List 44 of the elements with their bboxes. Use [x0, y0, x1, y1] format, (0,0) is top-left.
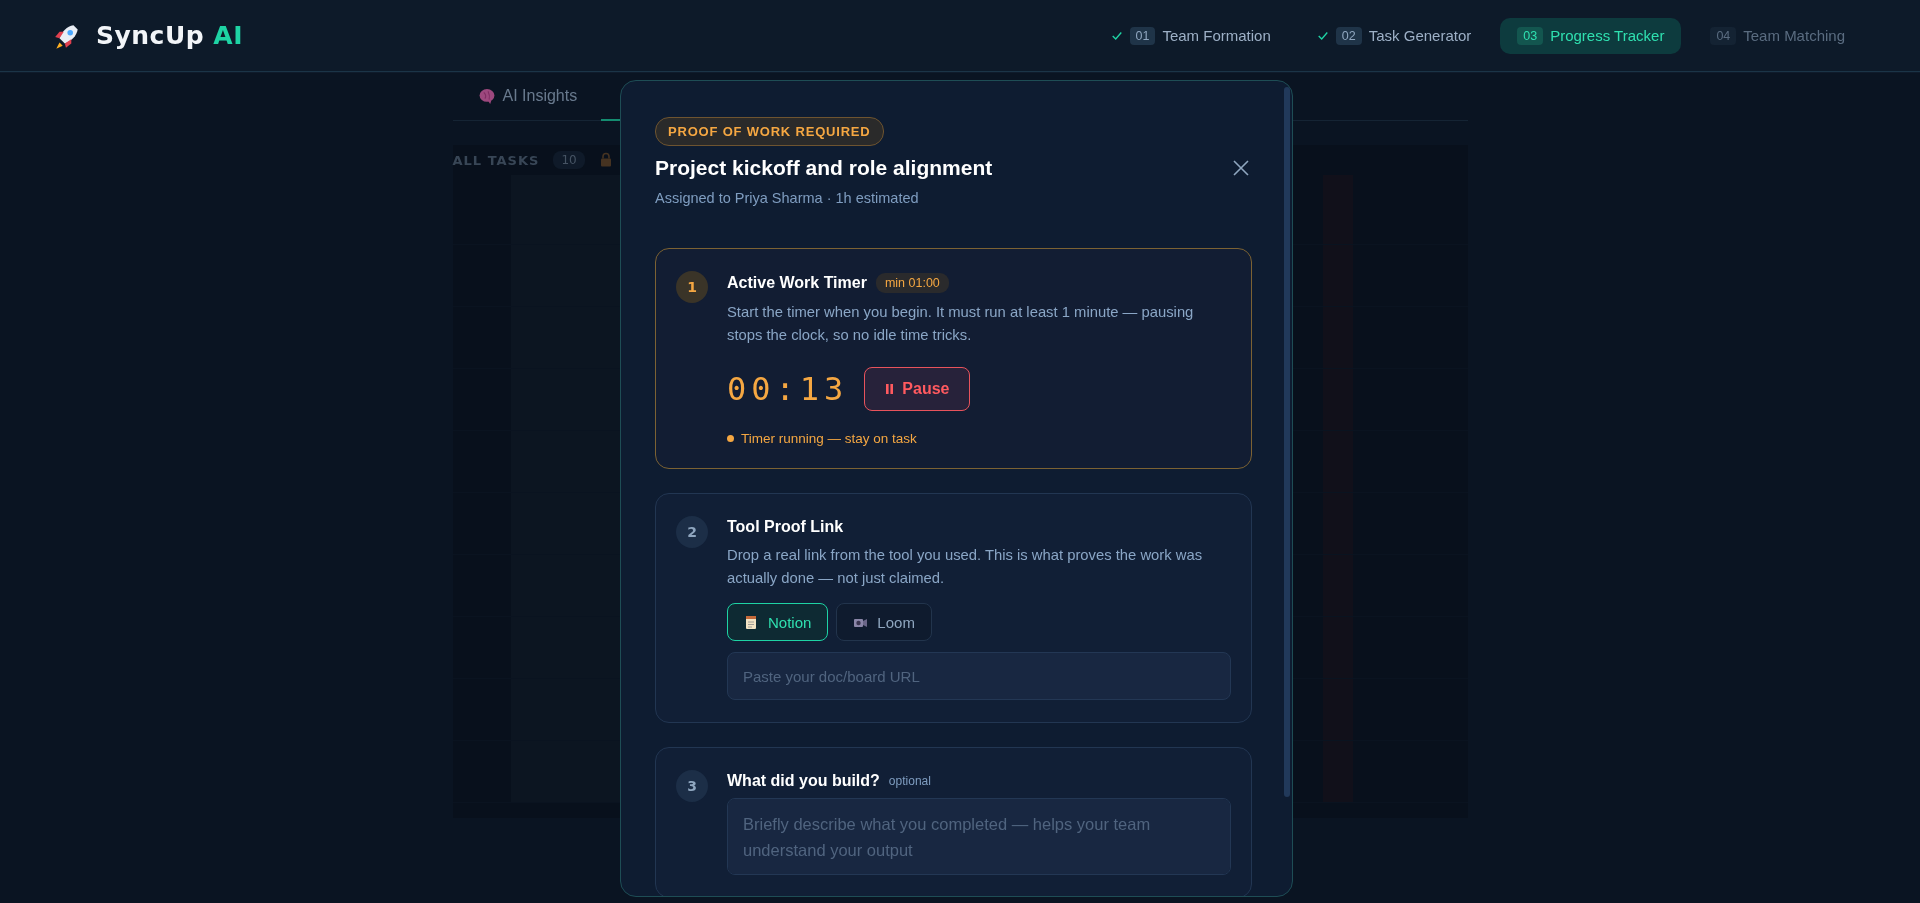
timer-display: 00:13	[727, 370, 849, 408]
dialog-title: Project kickoff and role alignment	[655, 156, 993, 180]
step-description: Start the timer when you begin. It must run at least 1 minute — pausing stops the clock, so no idle time tricks.	[727, 303, 1195, 345]
step-number: 2	[676, 516, 708, 548]
step-number: 02	[1335, 26, 1362, 45]
lock-icon	[598, 152, 613, 168]
app-logo: SyncUp AI	[96, 21, 243, 50]
step-label: Task Generator	[1368, 27, 1472, 44]
pause-icon	[885, 383, 895, 395]
tab[interactable]: AI Insights	[452, 72, 602, 121]
step-title: What did you build?	[727, 772, 880, 790]
minimum-time-tag: min 01:00	[875, 273, 949, 293]
assignment-text: Assigned to Priya Sharma · 1h estimated	[655, 190, 919, 206]
step-description: Drop a real link from the tool you used. This is what proves the work was actually done — not just claimed.	[727, 546, 1204, 588]
step-number: 04	[1710, 26, 1737, 45]
step-tab[interactable]: 03 Progress Tracker	[1500, 17, 1682, 54]
step-tab[interactable]: 02 Task Generator	[1299, 17, 1489, 54]
step-number: 1	[676, 271, 708, 303]
step-number: 01	[1129, 26, 1156, 45]
step-label: Team Formation	[1162, 27, 1271, 44]
close-button[interactable]	[1232, 159, 1250, 177]
status-badge: PROOF OF WORK REQUIRED	[655, 117, 884, 146]
check-icon	[1316, 29, 1329, 42]
scrollbar[interactable]	[1284, 87, 1290, 797]
check-icon	[1110, 29, 1123, 42]
step-number: 03	[1517, 26, 1544, 45]
url-input[interactable]: Paste your doc/board URL	[727, 652, 1231, 700]
step-number: 3	[676, 770, 708, 802]
step-title: Active Work Timer	[727, 274, 867, 292]
close-icon	[1232, 159, 1250, 177]
optional-label: optional	[888, 774, 931, 788]
tool-option[interactable]: Notion	[727, 603, 829, 641]
step-tab[interactable]: 01 Team Formation	[1093, 17, 1288, 54]
timer-status: Timer running — stay on task	[727, 431, 1231, 446]
brain-icon	[477, 86, 496, 105]
step-label: Team Matching	[1743, 27, 1845, 44]
tool-option[interactable]: Loom	[836, 603, 932, 641]
notepad-icon	[744, 614, 759, 630]
pause-button[interactable]: Pause	[864, 367, 971, 411]
description-input[interactable]: Briefly describe what you completed — helps your team understand your output	[727, 798, 1231, 875]
step-label: Progress Tracker	[1550, 27, 1665, 44]
step-title: Tool Proof Link	[727, 518, 844, 536]
section-title: ALL TASKS	[452, 152, 540, 168]
count-badge: 10	[553, 151, 585, 169]
